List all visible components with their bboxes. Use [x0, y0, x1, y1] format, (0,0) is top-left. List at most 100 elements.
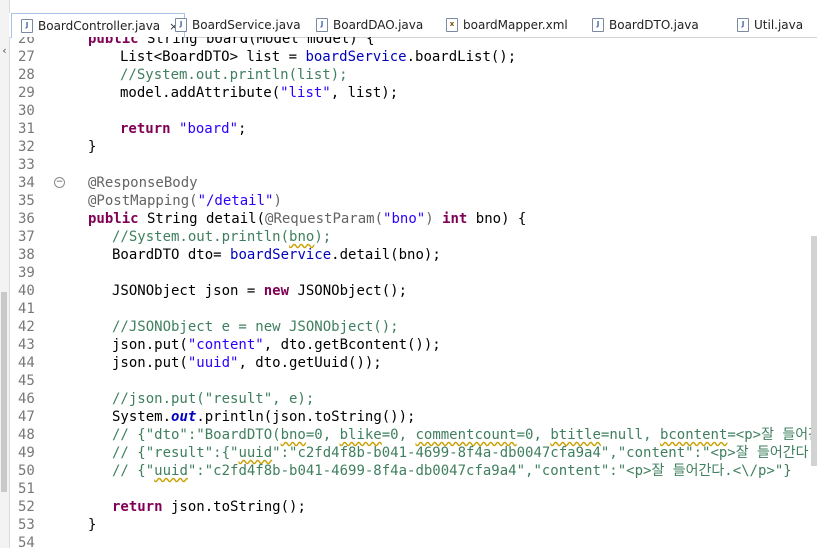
code-text: // {"uuid":"c2fd4f8b-b041-4699-8f4a-db00…	[112, 462, 792, 480]
code-line[interactable]: 43 json.put("content", dto.getBcontent())…	[9, 336, 817, 354]
line-number: 38	[18, 247, 35, 263]
tab-boarddao-java[interactable]: J BoardDAO.java	[316, 13, 423, 36]
code-line[interactable]: 35 @PostMapping("/detail")	[9, 192, 817, 210]
line-number: 34	[18, 175, 35, 191]
code-token: @RequestParam(	[265, 211, 384, 227]
chevron-left-icon[interactable]: ‹	[0, 44, 9, 57]
code-line[interactable]: 27 List<BoardDTO> list = boardService.boa…	[9, 48, 817, 66]
code-token: boardService	[230, 247, 332, 263]
code-text: //JSONObject e = new JSONObject();	[112, 318, 399, 336]
java-file-icon: J	[316, 17, 328, 32]
tab-boardmapper-xml[interactable]: x boardMapper.xml	[446, 13, 568, 36]
code-editor[interactable]: 26 public String board(Model model) {27 Li…	[9, 37, 817, 548]
code-token: //json.put("result", e);	[112, 391, 315, 407]
code-token: )	[425, 211, 434, 227]
line-number: 49	[18, 445, 35, 461]
tab-boardcontroller-java[interactable]: J BoardController.java ×	[11, 13, 186, 38]
code-token: //System.out.println(list);	[120, 67, 348, 83]
code-token: =<p>잘 들어간다	[727, 427, 817, 443]
left-scrollbar-thumb[interactable]	[1, 292, 7, 492]
editor-scrollbar-thumb[interactable]	[811, 236, 817, 466]
line-number: 48	[18, 427, 35, 443]
code-text: @ResponseBody	[88, 174, 198, 192]
code-token: =null,	[600, 427, 660, 443]
code-line[interactable]: 40 JSONObject json = new JSONObject();	[9, 282, 817, 300]
line-number: 43	[18, 337, 35, 353]
code-line[interactable]: 50 // {"uuid":"c2fd4f8b-b041-4699-8f4a-db…	[9, 462, 817, 480]
code-line[interactable]: 28 //System.out.println(list);	[9, 66, 817, 84]
tab-boardservice-java[interactable]: J BoardService.java	[175, 13, 301, 36]
code-line[interactable]: 32}	[9, 138, 817, 156]
code-text: JSONObject json = new JSONObject();	[112, 282, 407, 300]
code-token: json.put(	[112, 355, 188, 371]
line-number: 35	[18, 193, 35, 209]
code-token: List<BoardDTO> list =	[120, 49, 306, 65]
code-line[interactable]: 26 public String board(Model model) {	[9, 37, 817, 48]
tab-label: Util.java	[754, 17, 804, 32]
code-token: //System.out.println(	[112, 229, 290, 245]
code-token: )	[273, 193, 282, 209]
code-token: "content"	[187, 337, 264, 353]
code-line[interactable]: 48// {"dto":"BoardDTO(bno=0, blike=0, co…	[9, 426, 817, 444]
code-line[interactable]: 38 BoardDTO dto= boardService.detail(bno)…	[9, 246, 817, 264]
code-text: //json.put("result", e);	[112, 390, 314, 408]
code-text: }	[88, 516, 96, 534]
tab-util-java[interactable]: J Util.java	[737, 13, 803, 36]
code-text: return "board";	[120, 120, 246, 138]
code-token: .detail(bno);	[331, 247, 441, 263]
tab-label: boardMapper.xml	[463, 17, 568, 32]
code-line[interactable]: 49 // {"result":{"uuid":"c2fd4f8b-b041-46…	[9, 444, 817, 462]
code-line[interactable]: 41	[9, 300, 817, 318]
code-token: ":"c2fd4f8b-b041-4699-8f4a-db0047cfa9a4"…	[187, 463, 792, 479]
code-line[interactable]: 53}	[9, 516, 817, 534]
tab-label: BoardController.java	[38, 19, 161, 33]
code-token: uuid	[154, 463, 188, 479]
code-line[interactable]: 44 json.put("uuid", dto.getUuid());	[9, 354, 817, 372]
code-line[interactable]: 29 model.addAttribute("list", list);	[9, 84, 817, 102]
code-token: =0,	[305, 427, 340, 443]
line-number: 29	[18, 85, 35, 101]
code-text: return json.toString();	[112, 498, 306, 516]
tab-boarddto-java[interactable]: J BoardDTO.java	[592, 13, 699, 36]
code-text: //System.out.println(list);	[120, 66, 348, 84]
code-line[interactable]: 54	[9, 534, 817, 548]
code-text: System.out.println(json.toString());	[112, 408, 415, 426]
line-number: 50	[18, 463, 35, 479]
code-line[interactable]: 30	[9, 102, 817, 120]
code-text: public String board(Model model) {	[88, 37, 375, 48]
code-line[interactable]: 46 //json.put("result", e);	[9, 390, 817, 408]
code-token: String detail(	[138, 211, 266, 227]
code-token: .println(json.toString());	[196, 409, 416, 425]
line-number: 44	[18, 355, 35, 371]
java-file-icon: J	[737, 17, 749, 32]
code-line[interactable]: 37 //System.out.println(bno);	[9, 228, 817, 246]
code-line[interactable]: 36 public String detail(@RequestParam("bn…	[9, 210, 817, 228]
code-token: }	[88, 139, 97, 155]
code-line[interactable]: 47 System.out.println(json.toString());	[9, 408, 817, 426]
code-line[interactable]: 51	[9, 480, 817, 498]
code-token: @PostMapping(	[88, 193, 198, 209]
line-number: 31	[18, 121, 35, 137]
code-line[interactable]: 45	[9, 372, 817, 390]
code-token: bno) {	[467, 211, 527, 227]
code-token: =0,	[381, 427, 416, 443]
code-token: // {"result":{"	[112, 445, 239, 461]
tab-label: BoardService.java	[192, 17, 301, 32]
code-line[interactable]: 42 //JSONObject e = new JSONObject();	[9, 318, 817, 336]
code-line[interactable]: 52 return json.toString();	[9, 498, 817, 516]
code-line[interactable]: 31 return "board";	[9, 120, 817, 138]
code-token: JSONObject();	[289, 283, 408, 299]
fold-toggle-icon[interactable]: −	[54, 177, 65, 188]
code-token: model.addAttribute(	[120, 85, 281, 101]
line-number: 40	[18, 283, 35, 299]
code-token: public	[88, 37, 139, 47]
line-number: 47	[18, 409, 35, 425]
code-token: // {"dto":"BoardDTO(	[112, 427, 281, 443]
line-number: 26	[18, 37, 35, 47]
code-token: "bno"	[383, 211, 426, 227]
code-line[interactable]: 33	[9, 156, 817, 174]
code-line[interactable]: 39	[9, 264, 817, 282]
code-line[interactable]: 34 − @ResponseBody	[9, 174, 817, 192]
line-number: 51	[18, 481, 35, 497]
